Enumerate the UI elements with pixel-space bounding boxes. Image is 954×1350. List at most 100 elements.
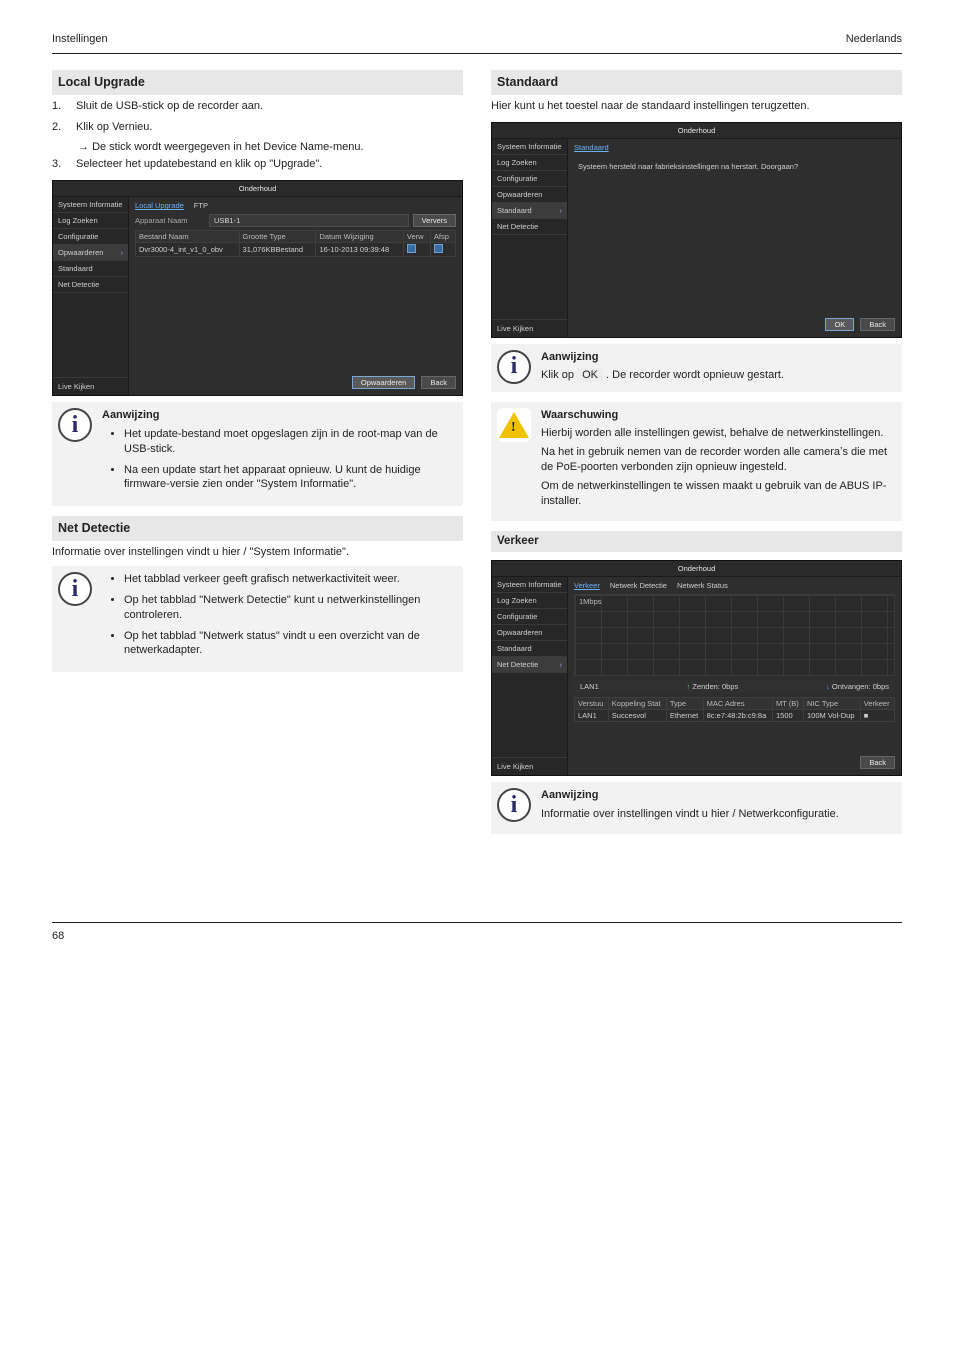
traffic-chart: 1Mbps [574,594,895,676]
sidebar-item-log[interactable]: Log Zoeken [53,213,128,229]
sidebar-item-netdetect[interactable]: Net Detectie [492,219,567,235]
note-upgrade-body: Aanwijzing Het update-bestand moet opges… [102,408,455,498]
back-button[interactable]: Back [860,318,895,331]
note-traffic-body: Aanwijzing Informatie over instellingen … [541,788,894,826]
step-2: 2. Klik op Vernieu. [52,120,463,135]
cell-type: Ethernet [666,710,703,722]
delete-icon[interactable] [407,244,416,253]
step-3: 3. Selecteer het updatebestand en klik o… [52,157,463,172]
legend-recv: Ontvangen: 0bps [826,682,889,691]
sidebar-item-upgrade[interactable]: Opwaarderen [492,625,567,641]
ok-button[interactable]: OK [825,318,854,331]
ui-default-main: Standaard Systeem hersteld naar fabrieks… [568,139,901,337]
warning-p3: Om de netwerkinstellingen te wissen maak… [541,479,894,509]
cell-date: 16-10-2013 09:39:48 [316,243,403,257]
back-button[interactable]: Back [421,376,456,389]
cell-play[interactable] [430,243,455,257]
cell-traffic: ■ [860,710,894,722]
sidebar-item-default[interactable]: Standaard [492,641,567,657]
sidebar-item-sysinfo[interactable]: Systeem Informatie [492,139,567,155]
col-send: Verstuu [575,698,609,710]
step-3-num: 3. [52,157,70,172]
device-row: Apparaat Naam USB1-1 Ververs [135,214,456,227]
table-row[interactable]: LAN1 Succesvol Ethernet 8c:e7:48:2b:c9:8… [575,710,895,722]
note-traffic-text: Informatie over instellingen vindt u hie… [541,807,894,822]
upgrade-button[interactable]: Opwaarderen [352,376,415,389]
ui-traffic-main: Verkeer Netwerk Detectie Netwerk Status … [568,577,901,775]
footer-left: 68 [52,929,64,944]
sidebar-live-view[interactable]: Live Kijken [53,377,128,395]
col-traffic: Verkeer [860,698,894,710]
sidebar-item-default[interactable]: Standaard [492,203,567,219]
col-type: Type [666,698,703,710]
tab-standaard[interactable]: Standaard [574,143,609,152]
sidebar-item-config[interactable]: Configuratie [492,171,567,187]
ui-traffic-tabs: Verkeer Netwerk Detectie Netwerk Status [574,581,895,590]
sidebar-item-config[interactable]: Configuratie [492,609,567,625]
section-traffic-title: Verkeer [491,531,902,553]
ok-chip: OK [577,368,603,382]
sidebar-item-sysinfo[interactable]: Systeem Informatie [492,577,567,593]
sidebar-item-log[interactable]: Log Zoeken [492,155,567,171]
legend-interface: LAN1 [580,682,599,691]
ui-upgrade: Onderhoud Systeem Informatie Log Zoeken … [52,180,463,396]
step-2-text: Klik op Vernieu. [76,120,463,135]
ui-default-title: Onderhoud [492,123,901,139]
col-del: Verw [403,231,430,243]
step-1-text: Sluit de USB-stick op de recorder aan. [76,99,463,114]
netdetect-bullet-2: Op het tabblad "Netwerk Detectie" kunt u… [124,593,455,623]
tab-verkeer[interactable]: Verkeer [574,581,600,590]
step-2-result: De stick wordt weergegeven in het Device… [78,140,463,155]
ui-default-sidebar: Systeem Informatie Log Zoeken Configurat… [492,139,568,337]
right-column: Standaard Hier kunt u het toestel naar d… [491,70,902,844]
nic-table: Verstuu Koppeling Stat Type MAC Adres MT… [574,697,895,722]
sidebar-live-view[interactable]: Live Kijken [492,319,567,337]
note-traffic: i Aanwijzing Informatie over instellinge… [491,782,902,834]
device-select[interactable]: USB1-1 [209,214,409,227]
sidebar-item-config[interactable]: Configuratie [53,229,128,245]
section-local-upgrade-title: Local Upgrade [52,70,463,95]
cell-mtu: 1500 [773,710,804,722]
ui-traffic-title: Onderhoud [492,561,901,577]
tab-netdetect[interactable]: Netwerk Detectie [610,581,667,590]
note-title: Aanwijzing [541,350,894,365]
back-button[interactable]: Back [860,756,895,769]
page-header: Instellingen Nederlands [52,32,902,54]
sidebar-item-log[interactable]: Log Zoeken [492,593,567,609]
tab-ftp[interactable]: FTP [194,201,208,210]
note-default-after: . De recorder wordt opnieuw gestart. [606,369,784,381]
sidebar-live-view[interactable]: Live Kijken [492,757,567,775]
cell-nic-type: 100M Vol-Dup [804,710,861,722]
step-3-text: Selecteer het updatebestand en klik op "… [76,157,463,172]
note-netdetect-body: Het tabblad verkeer geeft grafisch netwe… [102,572,455,664]
info-icon: i [58,408,92,442]
cell-del[interactable] [403,243,430,257]
col-size-type: Grootte Type [239,231,316,243]
tab-local-upgrade[interactable]: Local Upgrade [135,201,184,210]
table-row[interactable]: Dvr3000-4_int_v1_0_obv 31,076KBBestand 1… [136,243,456,257]
table-header-row: Verstuu Koppeling Stat Type MAC Adres MT… [575,698,895,710]
warning-title: Waarschuwing [541,408,894,423]
note-default: i Aanwijzing Klik op OK . De recorder wo… [491,344,902,392]
restore-message: Systeem hersteld naar fabrieksinstelling… [578,162,891,171]
header-left: Instellingen [52,32,108,47]
refresh-button[interactable]: Ververs [413,214,456,227]
table-header-row: Bestand Naam Grootte Type Datum Wijzigin… [136,231,456,243]
tab-netstatus[interactable]: Netwerk Status [677,581,728,590]
ui-traffic-sidebar: Systeem Informatie Log Zoeken Configurat… [492,577,568,775]
warning-icon [497,408,531,442]
sidebar-item-upgrade[interactable]: Opwaarderen [53,245,128,261]
step-1-num: 1. [52,99,70,114]
main-columns: Local Upgrade 1. Sluit de USB-stick op d… [52,70,902,844]
netdetect-desc: Informatie over instellingen vindt u hie… [52,545,463,560]
file-table: Bestand Naam Grootte Type Datum Wijzigin… [135,230,456,257]
sidebar-item-netdetect[interactable]: Net Detectie [53,277,128,293]
ui-upgrade-sidebar: Systeem Informatie Log Zoeken Configurat… [53,197,129,395]
note-title: Aanwijzing [541,788,894,803]
sidebar-item-upgrade[interactable]: Opwaarderen [492,187,567,203]
note-upgrade: i Aanwijzing Het update-bestand moet opg… [52,402,463,506]
sidebar-item-sysinfo[interactable]: Systeem Informatie [53,197,128,213]
sidebar-item-default[interactable]: Standaard [53,261,128,277]
sidebar-item-netdetect[interactable]: Net Detectie [492,657,567,673]
play-icon[interactable] [434,244,443,253]
